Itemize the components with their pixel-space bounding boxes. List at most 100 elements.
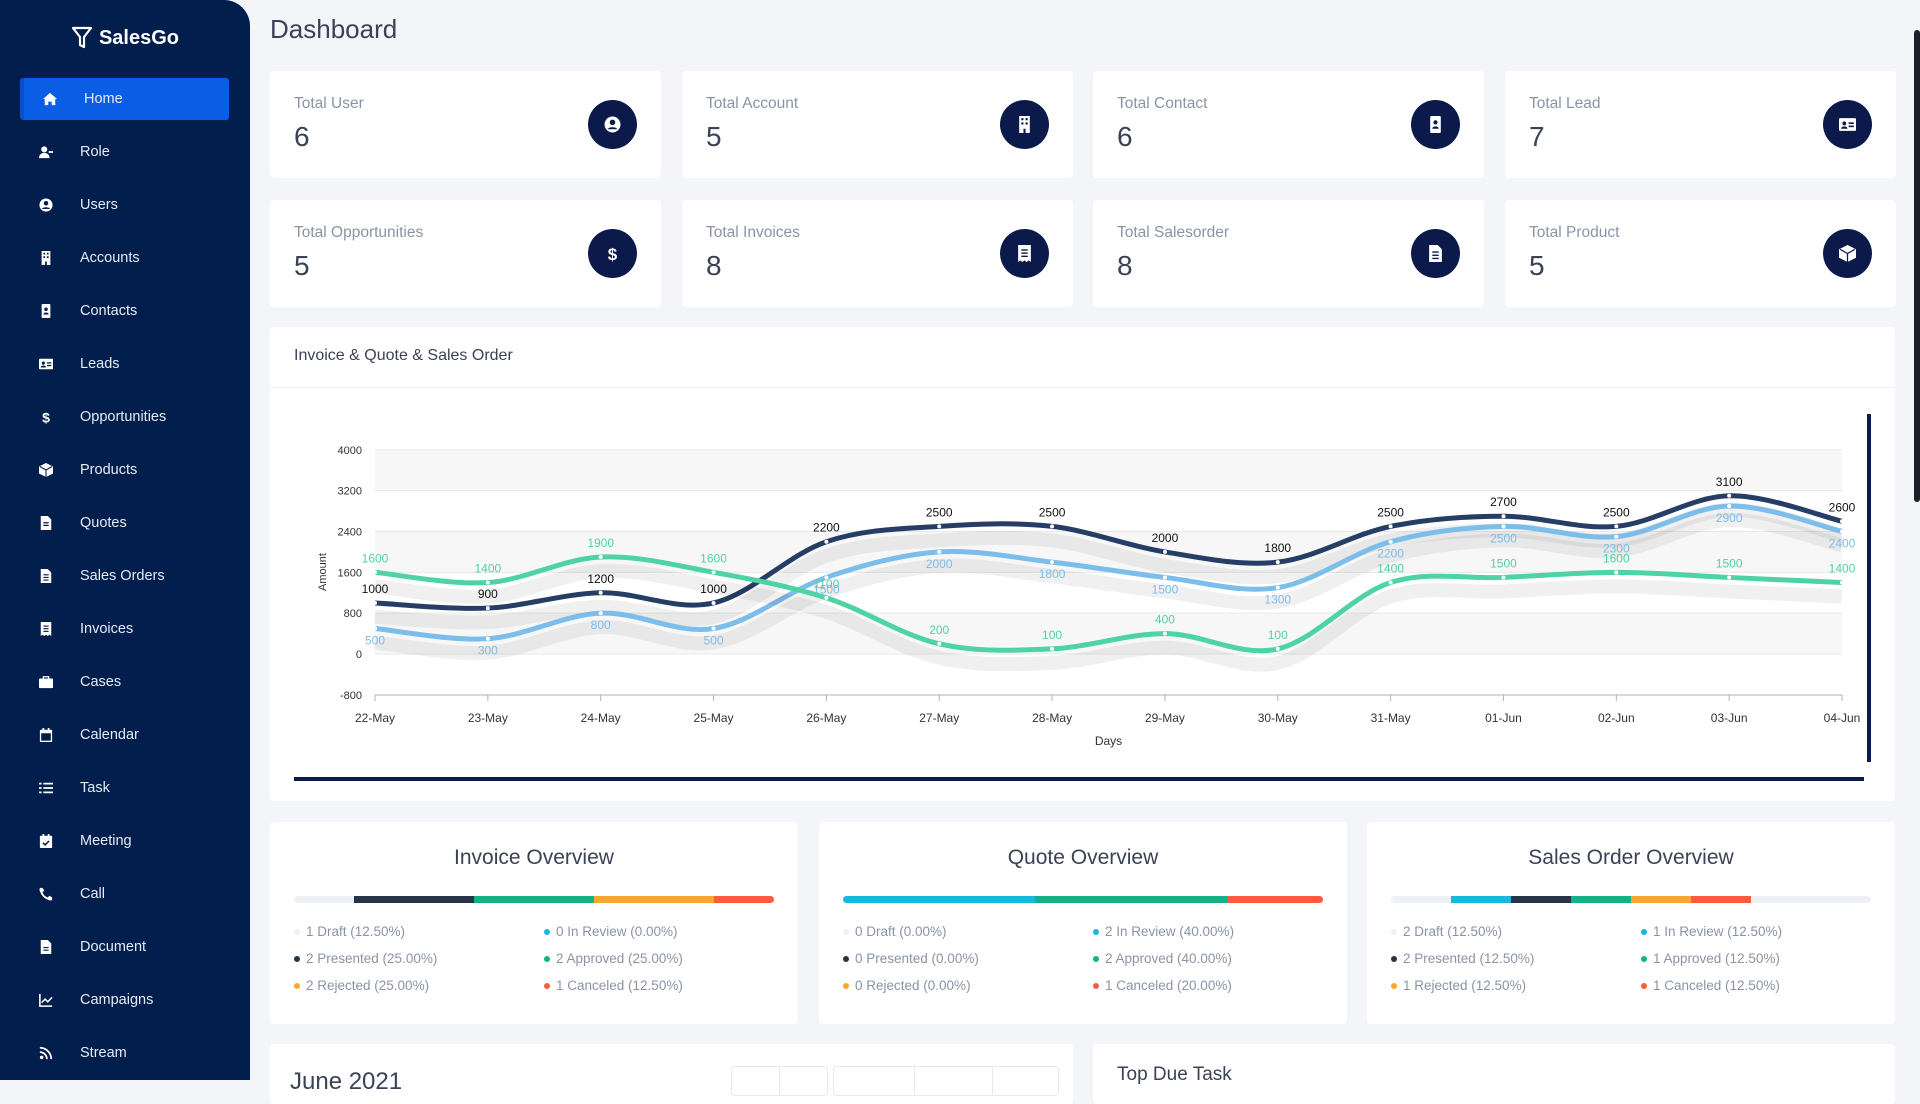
- legend-dot: [1391, 928, 1397, 935]
- data-point[interactable]: [485, 636, 490, 641]
- stat-card-total-contact[interactable]: Total Contact 6: [1093, 71, 1484, 178]
- sidebar-item-campaigns[interactable]: Campaigns: [20, 979, 229, 1021]
- progress-segment-draft: [1391, 896, 1451, 903]
- stat-icon-badge: [1823, 229, 1872, 278]
- data-point[interactable]: [373, 600, 377, 605]
- stat-card-total-lead[interactable]: Total Lead 7: [1505, 71, 1896, 178]
- sidebar-item-label: Quotes: [80, 515, 127, 531]
- data-point[interactable]: [1050, 646, 1055, 651]
- sidebar-item-call[interactable]: Call: [20, 873, 229, 915]
- data-label: 1800: [1039, 567, 1066, 581]
- data-point[interactable]: [1388, 539, 1393, 544]
- data-point[interactable]: [937, 524, 942, 529]
- data-point[interactable]: [937, 549, 942, 554]
- sidebar-item-stream[interactable]: Stream: [20, 1032, 229, 1074]
- data-point[interactable]: [1275, 585, 1280, 590]
- data-point[interactable]: [373, 626, 377, 631]
- data-point[interactable]: [598, 590, 603, 595]
- data-point[interactable]: [1162, 549, 1167, 554]
- sidebar-item-document[interactable]: Document: [20, 926, 229, 968]
- sidebar-item-products[interactable]: Products: [20, 449, 229, 491]
- chart-vertical-scrollbar[interactable]: [1867, 414, 1871, 762]
- data-point[interactable]: [1050, 560, 1055, 565]
- sidebar-item-users[interactable]: Users: [20, 184, 229, 226]
- data-point[interactable]: [1840, 519, 1844, 524]
- data-point[interactable]: [1501, 514, 1506, 519]
- sidebar-item-quotes[interactable]: Quotes: [20, 502, 229, 544]
- data-point[interactable]: [1727, 575, 1732, 580]
- stat-label: Total Salesorder: [1117, 224, 1230, 241]
- sidebar-item-invoices[interactable]: Invoices: [20, 608, 229, 650]
- day-view-button[interactable]: [993, 1067, 1058, 1095]
- sidebar-item-sales-orders[interactable]: Sales Orders: [20, 555, 229, 597]
- week-view-button[interactable]: [915, 1067, 993, 1095]
- month-view-button[interactable]: [834, 1067, 915, 1095]
- sidebar-item-role[interactable]: Role: [20, 131, 229, 173]
- sidebar-item-calendar[interactable]: Calendar: [20, 714, 229, 756]
- stat-value: 5: [1529, 250, 1545, 281]
- sidebar-item-cases[interactable]: Cases: [20, 661, 229, 703]
- sidebar-item-leads[interactable]: Leads: [20, 343, 229, 385]
- data-point[interactable]: [373, 570, 377, 575]
- briefcase-icon: [39, 676, 53, 689]
- sidebar-item-accounts[interactable]: Accounts: [20, 237, 229, 279]
- sidebar-item-home[interactable]: Home: [20, 78, 229, 120]
- sidebar-item-meeting[interactable]: Meeting: [20, 820, 229, 862]
- data-label: 2000: [1152, 531, 1179, 545]
- line-chart: 40003200240016008000-80022-May 23-May 24-M…: [294, 414, 1871, 781]
- data-point[interactable]: [711, 600, 716, 605]
- data-point[interactable]: [1275, 560, 1280, 565]
- data-point[interactable]: [824, 595, 829, 600]
- stat-card-total-user[interactable]: Total User 6: [270, 71, 661, 178]
- data-point[interactable]: [1840, 529, 1844, 534]
- next-button[interactable]: [780, 1067, 828, 1095]
- stat-card-total-salesorder[interactable]: Total Salesorder 8: [1093, 200, 1484, 307]
- data-label: 2600: [1829, 500, 1856, 514]
- chart-horizontal-scrollbar[interactable]: [294, 777, 1864, 781]
- data-point[interactable]: [1501, 524, 1506, 529]
- receipt-icon: [1018, 245, 1031, 262]
- data-point[interactable]: [1614, 570, 1619, 575]
- data-point[interactable]: [598, 611, 603, 616]
- progress-segment-rejected: [594, 896, 714, 903]
- data-point[interactable]: [711, 570, 716, 575]
- data-point[interactable]: [485, 606, 490, 611]
- sidebar-item-opportunities[interactable]: $ Opportunities: [20, 396, 229, 438]
- data-point[interactable]: [937, 641, 942, 646]
- sidebar-item-label: Invoices: [80, 621, 134, 637]
- legend-dot: [1391, 982, 1397, 989]
- data-point[interactable]: [1727, 503, 1732, 508]
- stat-card-total-account[interactable]: Total Account 5: [682, 71, 1073, 178]
- x-tick-label: 01-Jun: [1485, 711, 1522, 725]
- phone-icon: [39, 887, 53, 901]
- stat-card-total-product[interactable]: Total Product 5: [1505, 200, 1896, 307]
- legend-dot: [294, 928, 300, 935]
- data-point[interactable]: [1388, 580, 1393, 585]
- legend-dot: [1641, 955, 1647, 962]
- page-scrollbar[interactable]: [1914, 0, 1920, 1080]
- logo[interactable]: SalesGo: [0, 26, 250, 50]
- sidebar-item-task[interactable]: Task: [20, 767, 229, 809]
- data-point[interactable]: [598, 555, 603, 560]
- stat-card-total-opportunities[interactable]: Total Opportunities 5 $: [270, 200, 661, 307]
- data-point[interactable]: [824, 539, 829, 544]
- data-point[interactable]: [711, 626, 716, 631]
- sidebar-icon: [38, 303, 54, 319]
- data-point[interactable]: [1162, 575, 1167, 580]
- scrollbar-thumb[interactable]: [1914, 30, 1920, 502]
- sidebar-icon: [38, 462, 54, 478]
- data-point[interactable]: [1501, 575, 1506, 580]
- data-point[interactable]: [1162, 631, 1167, 636]
- data-point[interactable]: [1727, 493, 1732, 498]
- data-point[interactable]: [1050, 524, 1055, 529]
- data-point[interactable]: [1614, 534, 1619, 539]
- data-point[interactable]: [1840, 580, 1844, 585]
- stat-card-total-invoices[interactable]: Total Invoices 8: [682, 200, 1073, 307]
- prev-button[interactable]: [732, 1067, 780, 1095]
- x-tick-label: 29-May: [1145, 711, 1185, 725]
- data-point[interactable]: [1614, 524, 1619, 529]
- data-point[interactable]: [1275, 646, 1280, 651]
- data-point[interactable]: [485, 580, 490, 585]
- sidebar-item-contacts[interactable]: Contacts: [20, 290, 229, 332]
- data-point[interactable]: [1388, 524, 1393, 529]
